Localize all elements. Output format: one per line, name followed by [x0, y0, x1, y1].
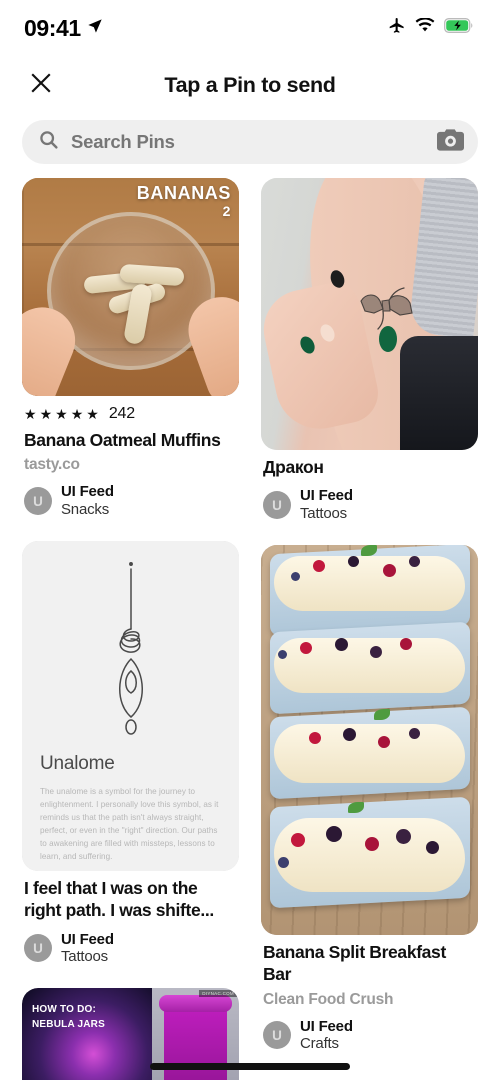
modal-header: Tap a Pin to send — [0, 56, 500, 114]
pin-meta: ★ ★ ★ ★ ★ 242 Banana Oatmeal Muffins tas… — [22, 405, 239, 519]
pin-image-unalome-tattoo[interactable]: Unalome The unalome is a symbol for the … — [22, 540, 239, 871]
pin-meta: I feel that I was on the right path. I w… — [22, 877, 239, 966]
user-lines: UI Feed Snacks — [61, 483, 114, 518]
star-icon: ★ — [70, 406, 86, 422]
status-time: 09:41 — [24, 14, 81, 41]
pin-source: tasty.co — [24, 456, 80, 474]
user-name: UI Feed — [300, 487, 353, 505]
user-name: UI Feed — [61, 483, 114, 501]
close-icon — [28, 70, 54, 101]
search-bar[interactable] — [22, 120, 478, 164]
pin-title: Banana Split Breakfast Bar — [263, 941, 446, 985]
rating-count: 242 — [108, 405, 135, 422]
user-name: UI Feed — [300, 1017, 353, 1035]
pin-image-drakon-tattoo[interactable] — [261, 178, 478, 450]
pin-image-overlay: HOW TO DO: NEBULA JARS — [32, 1002, 105, 1033]
overlay-line-1: BANANAS — [136, 183, 231, 203]
battery-charging-icon — [444, 18, 474, 38]
close-button[interactable] — [24, 68, 58, 102]
pin-user[interactable]: U UI Feed Snacks — [24, 483, 237, 518]
page-title: Tap a Pin to send — [164, 72, 336, 97]
overlay-line-1: HOW TO DO: — [32, 1003, 97, 1015]
pin-grid-column-right: Дракон U UI Feed Tattoos Banana Split Br… — [261, 178, 478, 1080]
unalome-heading: Unalome — [40, 752, 115, 774]
search-section — [0, 114, 500, 178]
wifi-icon — [415, 17, 435, 38]
user-name: UI Feed — [61, 930, 114, 948]
home-indicator[interactable] — [150, 1063, 350, 1070]
rating-row: ★ ★ ★ ★ ★ 242 — [24, 405, 237, 423]
pin-title: Дракон — [263, 457, 324, 477]
pin-title: I feel that I was on the right path. I w… — [24, 877, 214, 921]
location-arrow-icon — [87, 18, 103, 39]
star-icon: ★ — [24, 406, 39, 422]
pin-card-drakon-tattoo[interactable]: Дракон U UI Feed Tattoos — [261, 178, 478, 523]
pin-image-banana-oatmeal-muffins[interactable]: BANANAS 2 — [22, 178, 239, 396]
user-lines: UI Feed Tattoos — [300, 487, 353, 522]
user-board: Snacks — [61, 501, 109, 519]
pin-user[interactable]: U UI Feed Crafts — [263, 1018, 476, 1053]
search-icon — [38, 129, 59, 155]
pin-user[interactable]: U UI Feed Tattoos — [263, 487, 476, 522]
pin-source: Clean Food Crush — [263, 990, 394, 1008]
user-lines: UI Feed Crafts — [300, 1018, 353, 1053]
pin-meta: Banana Split Breakfast Bar Clean Food Cr… — [261, 941, 478, 1053]
star-icon: ★ — [86, 406, 101, 422]
star-icon: ★ — [55, 406, 70, 422]
avatar: U — [263, 1021, 291, 1050]
unalome-symbol-icon — [96, 559, 166, 764]
airplane-mode-icon — [387, 16, 406, 40]
pin-title: Banana Oatmeal Muffins — [24, 430, 221, 450]
pin-grid: BANANAS 2 ★ ★ ★ ★ ★ 242 Banana Oatmeal M… — [0, 178, 500, 1080]
pin-meta: Дракон U UI Feed Tattoos — [261, 456, 478, 523]
user-board: Tattoos — [300, 505, 347, 523]
search-input[interactable] — [71, 131, 425, 153]
camera-icon[interactable] — [437, 128, 464, 156]
unalome-body: The unalome is a symbol for the journey … — [40, 786, 219, 862]
user-lines: UI Feed Tattoos — [61, 931, 114, 966]
pin-image-banana-split-breakfast-bar[interactable] — [261, 544, 478, 935]
watermark: DIYNAC.COM — [199, 989, 237, 997]
star-icon: ★ — [39, 406, 55, 422]
dragon-tattoo-art — [356, 287, 422, 331]
pin-image-overlay: BANANAS 2 — [137, 184, 231, 219]
avatar: U — [24, 934, 52, 963]
avatar: U — [263, 491, 291, 520]
pin-card-banana-oatmeal-muffins[interactable]: BANANAS 2 ★ ★ ★ ★ ★ 242 Banana Oatmeal M… — [22, 178, 239, 519]
pin-user[interactable]: U UI Feed Tattoos — [24, 931, 237, 966]
pin-grid-column-left: BANANAS 2 ★ ★ ★ ★ ★ 242 Banana Oatmeal M… — [22, 178, 239, 1080]
avatar: U — [24, 487, 52, 516]
status-bar-left: 09:41 — [24, 15, 103, 42]
status-bar: 09:41 — [0, 0, 500, 56]
status-bar-right — [387, 16, 474, 40]
pin-card-unalome-tattoo[interactable]: Unalome The unalome is a symbol for the … — [22, 540, 239, 966]
pin-card-banana-split-breakfast-bar[interactable]: Banana Split Breakfast Bar Clean Food Cr… — [261, 544, 478, 1053]
overlay-line-2: 2 — [222, 202, 231, 219]
user-board: Tattoos — [61, 948, 108, 966]
user-board: Crafts — [300, 1035, 339, 1053]
overlay-line-2: NEBULA JARS — [32, 1019, 105, 1031]
